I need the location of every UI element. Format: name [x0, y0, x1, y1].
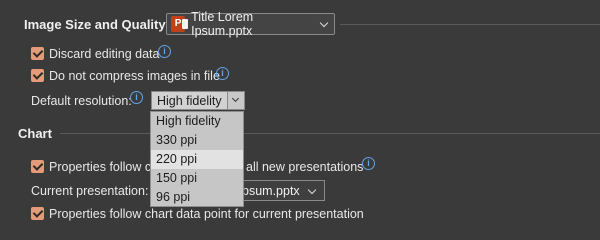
- image-size-quality-title: Image Size and Quality: [24, 17, 166, 32]
- resolution-option[interactable]: 96 ppi: [151, 188, 243, 207]
- properties-follow-all-label-start: Properties follow ch: [49, 160, 159, 174]
- powerpoint-file-icon: P: [171, 16, 189, 32]
- info-icon[interactable]: i: [216, 67, 229, 80]
- resolution-dropdown-list[interactable]: High fidelity 330 ppi 220 ppi 150 ppi 96…: [150, 111, 244, 207]
- current-presentation-value: psum.pptx: [242, 183, 300, 198]
- default-resolution-value: High fidelity: [157, 93, 222, 108]
- current-presentation-select[interactable]: psum.pptx: [236, 180, 325, 201]
- resolution-option[interactable]: 220 ppi: [151, 150, 243, 169]
- section-divider: [60, 133, 600, 134]
- image-file-select-value: Title Lorem Ipsum.pptx: [191, 10, 254, 38]
- discard-editing-data-label: Discard editing data: [49, 47, 160, 61]
- current-presentation-label: Current presentation:: [31, 184, 149, 198]
- resolution-option[interactable]: 150 ppi: [151, 169, 243, 188]
- resolution-option[interactable]: 330 ppi: [151, 131, 243, 150]
- chevron-down-icon: [308, 187, 316, 195]
- chevron-down-icon: [320, 20, 328, 28]
- resolution-option[interactable]: High fidelity: [151, 112, 243, 131]
- chart-section-title: Chart: [18, 126, 52, 141]
- properties-follow-current-label: Properties follow chart data point for c…: [49, 207, 364, 221]
- image-file-select[interactable]: P Title Lorem Ipsum.pptx: [166, 10, 335, 38]
- properties-follow-all-label-end: all new presentations: [246, 160, 364, 174]
- do-not-compress-label: Do not compress images in file: [49, 69, 220, 83]
- default-resolution-select[interactable]: High fidelity: [151, 91, 245, 110]
- chevron-down-icon[interactable]: [227, 92, 244, 109]
- info-icon[interactable]: i: [130, 91, 143, 104]
- discard-editing-data-checkbox[interactable]: [31, 47, 44, 60]
- info-icon[interactable]: i: [362, 157, 375, 170]
- info-icon[interactable]: i: [158, 45, 171, 58]
- section-divider: [340, 24, 600, 25]
- properties-follow-current-checkbox[interactable]: [31, 207, 44, 220]
- default-resolution-label: Default resolution:: [31, 94, 132, 108]
- do-not-compress-checkbox[interactable]: [31, 69, 44, 82]
- properties-follow-all-checkbox[interactable]: [31, 160, 44, 173]
